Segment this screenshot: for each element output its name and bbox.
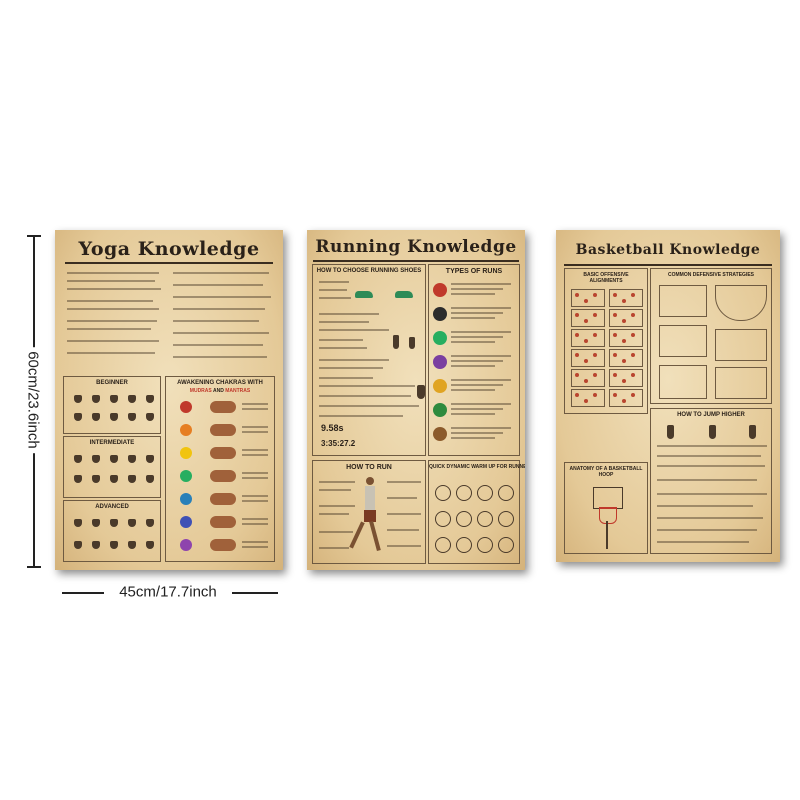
run-type-icon-6 (433, 403, 447, 417)
mudra-hand-6 (210, 516, 236, 528)
offense-diagram-8 (609, 349, 643, 367)
running-how-heading: HOW TO RUN (346, 464, 392, 471)
running-shoes-heading: HOW TO CHOOSE RUNNING SHOES (316, 268, 422, 274)
warmup-exercise-7 (477, 511, 493, 527)
running-how-panel: HOW TO RUN (312, 460, 426, 564)
chakra-symbol-5 (180, 493, 192, 505)
offense-diagram-12 (609, 389, 643, 407)
run-type-icon-5 (433, 379, 447, 393)
basketball-jump-heading: HOW TO JUMP HIGHER (677, 412, 745, 418)
mudra-hand-3 (210, 447, 236, 459)
mudra-hand-1 (210, 401, 236, 413)
offense-diagram-7 (571, 349, 605, 367)
basketball-jump-panel: HOW TO JUMP HIGHER (650, 408, 772, 554)
running-poster: Running Knowledge HOW TO CHOOSE RUNNING … (307, 230, 525, 570)
chakra-symbol-7 (180, 539, 192, 551)
yoga-advanced-heading: ADVANCED (95, 504, 129, 510)
basketball-poster: Basketball Knowledge BASIC OFFENSIVE ALI… (556, 230, 780, 562)
running-types-heading: TYPES OF RUNS (445, 268, 503, 275)
yoga-beginner-panel: BEGINNER (63, 376, 161, 434)
offense-diagram-1 (571, 289, 605, 307)
yoga-beginner-heading: BEGINNER (96, 380, 128, 386)
run-type-icon-7 (433, 427, 447, 441)
running-poster-title: Running Knowledge (315, 237, 517, 257)
offense-diagram-2 (609, 289, 643, 307)
chakra-symbol-2 (180, 424, 192, 436)
yoga-poster: Yoga Knowledge BEGINNER INTERMEDIATE ADV… (55, 230, 283, 570)
chakra-symbol-1 (180, 401, 192, 413)
yoga-chakras-panel: AWAKENING CHAKRAS WITH MUDRAS AND MANTRA… (165, 376, 275, 562)
warmup-exercise-9 (435, 537, 451, 553)
offense-diagram-5 (571, 329, 605, 347)
warmup-exercise-5 (435, 511, 451, 527)
offense-diagram-10 (609, 369, 643, 387)
width-dimension-label: 45cm/17.7inch (119, 583, 217, 601)
running-types-panel: TYPES OF RUNS (428, 264, 520, 456)
chakra-symbol-3 (180, 447, 192, 459)
running-title-rule (313, 260, 519, 262)
warmup-exercise-2 (456, 485, 472, 501)
mudra-hand-4 (210, 470, 236, 482)
basketball-hoop-panel: ANATOMY OF A BASKETBALL HOOP (564, 462, 648, 554)
basketball-defense-heading: COMMON DEFENSIVE STRATEGIES (667, 272, 755, 278)
running-warmup-heading: QUICK DYNAMIC WARM UP FOR RUNNERS (429, 464, 525, 470)
basketball-poster-title: Basketball Knowledge (575, 242, 761, 258)
width-dimension-line-right (232, 592, 278, 594)
height-dimension-tick-bottom (27, 566, 41, 568)
mudra-hand-2 (210, 424, 236, 436)
warmup-exercise-12 (498, 537, 514, 553)
yoga-chakras-subheading: MUDRAS AND MANTRAS (189, 388, 251, 394)
offense-diagram-6 (609, 329, 643, 347)
warmup-exercise-11 (477, 537, 493, 553)
run-type-icon-2 (433, 307, 447, 321)
basketball-title-rule (564, 264, 772, 266)
warmup-exercise-1 (435, 485, 451, 501)
height-dimension-tick-top (27, 235, 41, 237)
yoga-advanced-panel: ADVANCED (63, 500, 161, 562)
runner-figure (349, 477, 381, 557)
offense-diagram-9 (571, 369, 605, 387)
offense-diagram-11 (571, 389, 605, 407)
basketball-defense-panel: COMMON DEFENSIVE STRATEGIES (650, 268, 772, 404)
yoga-intermediate-panel: INTERMEDIATE (63, 436, 161, 498)
basketball-offensive-panel: BASIC OFFENSIVE ALIGNMENTS (564, 268, 648, 414)
warmup-exercise-4 (498, 485, 514, 501)
running-warmup-panel: QUICK DYNAMIC WARM UP FOR RUNNERS (428, 460, 525, 564)
yoga-chakras-heading: AWAKENING CHAKRAS WITH (177, 380, 263, 386)
basketball-hoop-heading: ANATOMY OF A BASKETBALL HOOP (569, 466, 643, 478)
mudra-hand-5 (210, 493, 236, 505)
yoga-title-rule (65, 262, 273, 264)
running-record-marathon: 3:35:27.2 (321, 439, 356, 448)
warmup-exercise-8 (498, 511, 514, 527)
basketball-offensive-heading: BASIC OFFENSIVE ALIGNMENTS (583, 272, 629, 284)
yoga-poster-title: Yoga Knowledge (78, 238, 260, 260)
running-record-time: 9.58s (321, 423, 344, 433)
chakra-symbol-6 (180, 516, 192, 528)
height-dimension-label: 60cm/23.6inch (24, 347, 42, 453)
warmup-exercise-3 (477, 485, 493, 501)
running-shoes-panel: HOW TO CHOOSE RUNNING SHOES 9.58s 3:35:2… (312, 264, 426, 456)
run-type-icon-1 (433, 283, 447, 297)
offense-diagram-3 (571, 309, 605, 327)
offense-diagram-4 (609, 309, 643, 327)
warmup-exercise-10 (456, 537, 472, 553)
chakra-symbol-4 (180, 470, 192, 482)
warmup-exercise-6 (456, 511, 472, 527)
yoga-intermediate-heading: INTERMEDIATE (89, 440, 135, 446)
mudra-hand-7 (210, 539, 236, 551)
run-type-icon-4 (433, 355, 447, 369)
run-type-icon-3 (433, 331, 447, 345)
width-dimension-line-left (62, 592, 104, 594)
